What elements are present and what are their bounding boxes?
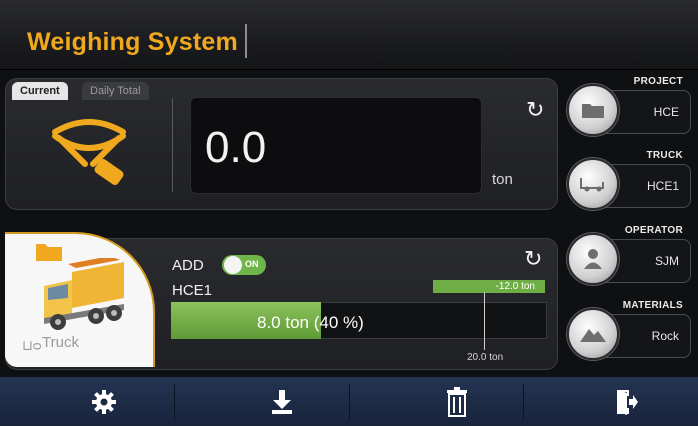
truck-id: HCE1 bbox=[172, 282, 213, 299]
truck-outline-icon: ⊔ᴑ bbox=[22, 337, 42, 353]
target-label: 20.0 ton bbox=[467, 352, 504, 363]
user-icon bbox=[584, 249, 602, 269]
trash-icon bbox=[447, 386, 467, 417]
scale-hook-icon bbox=[52, 119, 126, 186]
truck-button[interactable] bbox=[567, 158, 619, 210]
project-value: HCE bbox=[653, 105, 679, 119]
title-divider bbox=[245, 24, 247, 58]
project-button[interactable] bbox=[567, 84, 619, 136]
truck-title: TRUCK bbox=[646, 150, 683, 161]
materials-selector[interactable]: MATERIALS Rock bbox=[565, 300, 693, 375]
add-toggle-state: ON bbox=[245, 259, 259, 269]
dump-truck-icon bbox=[44, 258, 124, 330]
operator-title: OPERATOR bbox=[624, 225, 683, 236]
truck-selector[interactable]: TRUCK HCE1 bbox=[565, 150, 693, 225]
project-selector[interactable]: PROJECT HCE bbox=[565, 76, 693, 151]
download-icon bbox=[272, 389, 292, 414]
target-marker bbox=[484, 292, 485, 350]
load-progress-text: 8.0 ton (40 %) bbox=[257, 313, 364, 332]
load-difference: -12.0 ton bbox=[433, 280, 545, 293]
materials-title: MATERIALS bbox=[622, 300, 683, 311]
mountain-icon bbox=[580, 329, 606, 342]
refresh-weight-icon[interactable]: ↻ bbox=[526, 99, 544, 121]
materials-button[interactable] bbox=[567, 308, 619, 360]
operator-button[interactable] bbox=[567, 233, 619, 285]
add-label: ADD bbox=[172, 257, 204, 274]
truck-value: HCE1 bbox=[646, 179, 679, 193]
materials-value: Rock bbox=[651, 329, 679, 343]
truck-icon bbox=[580, 178, 604, 192]
gear-icon bbox=[92, 389, 116, 414]
tab-current[interactable]: Current bbox=[12, 82, 68, 100]
download-button[interactable] bbox=[195, 377, 369, 426]
add-toggle-knob bbox=[224, 256, 242, 274]
operator-selector[interactable]: OPERATOR SJM bbox=[565, 225, 693, 300]
folder-icon bbox=[582, 104, 604, 118]
refresh-load-icon[interactable]: ↻ bbox=[524, 248, 542, 270]
panel-separator bbox=[172, 98, 173, 192]
exit-icon bbox=[617, 389, 638, 415]
truck-caption: Truck bbox=[42, 334, 79, 351]
weight-unit: ton bbox=[492, 171, 513, 188]
project-title: PROJECT bbox=[633, 76, 683, 87]
exit-button[interactable] bbox=[540, 377, 698, 426]
operator-value: SJM bbox=[655, 254, 679, 268]
weight-value: 0.0 bbox=[205, 123, 267, 172]
app-title: Weighing System bbox=[27, 28, 238, 56]
settings-button[interactable] bbox=[17, 377, 191, 426]
tab-daily-total[interactable]: Daily Total bbox=[82, 82, 149, 100]
delete-button[interactable] bbox=[370, 377, 544, 426]
